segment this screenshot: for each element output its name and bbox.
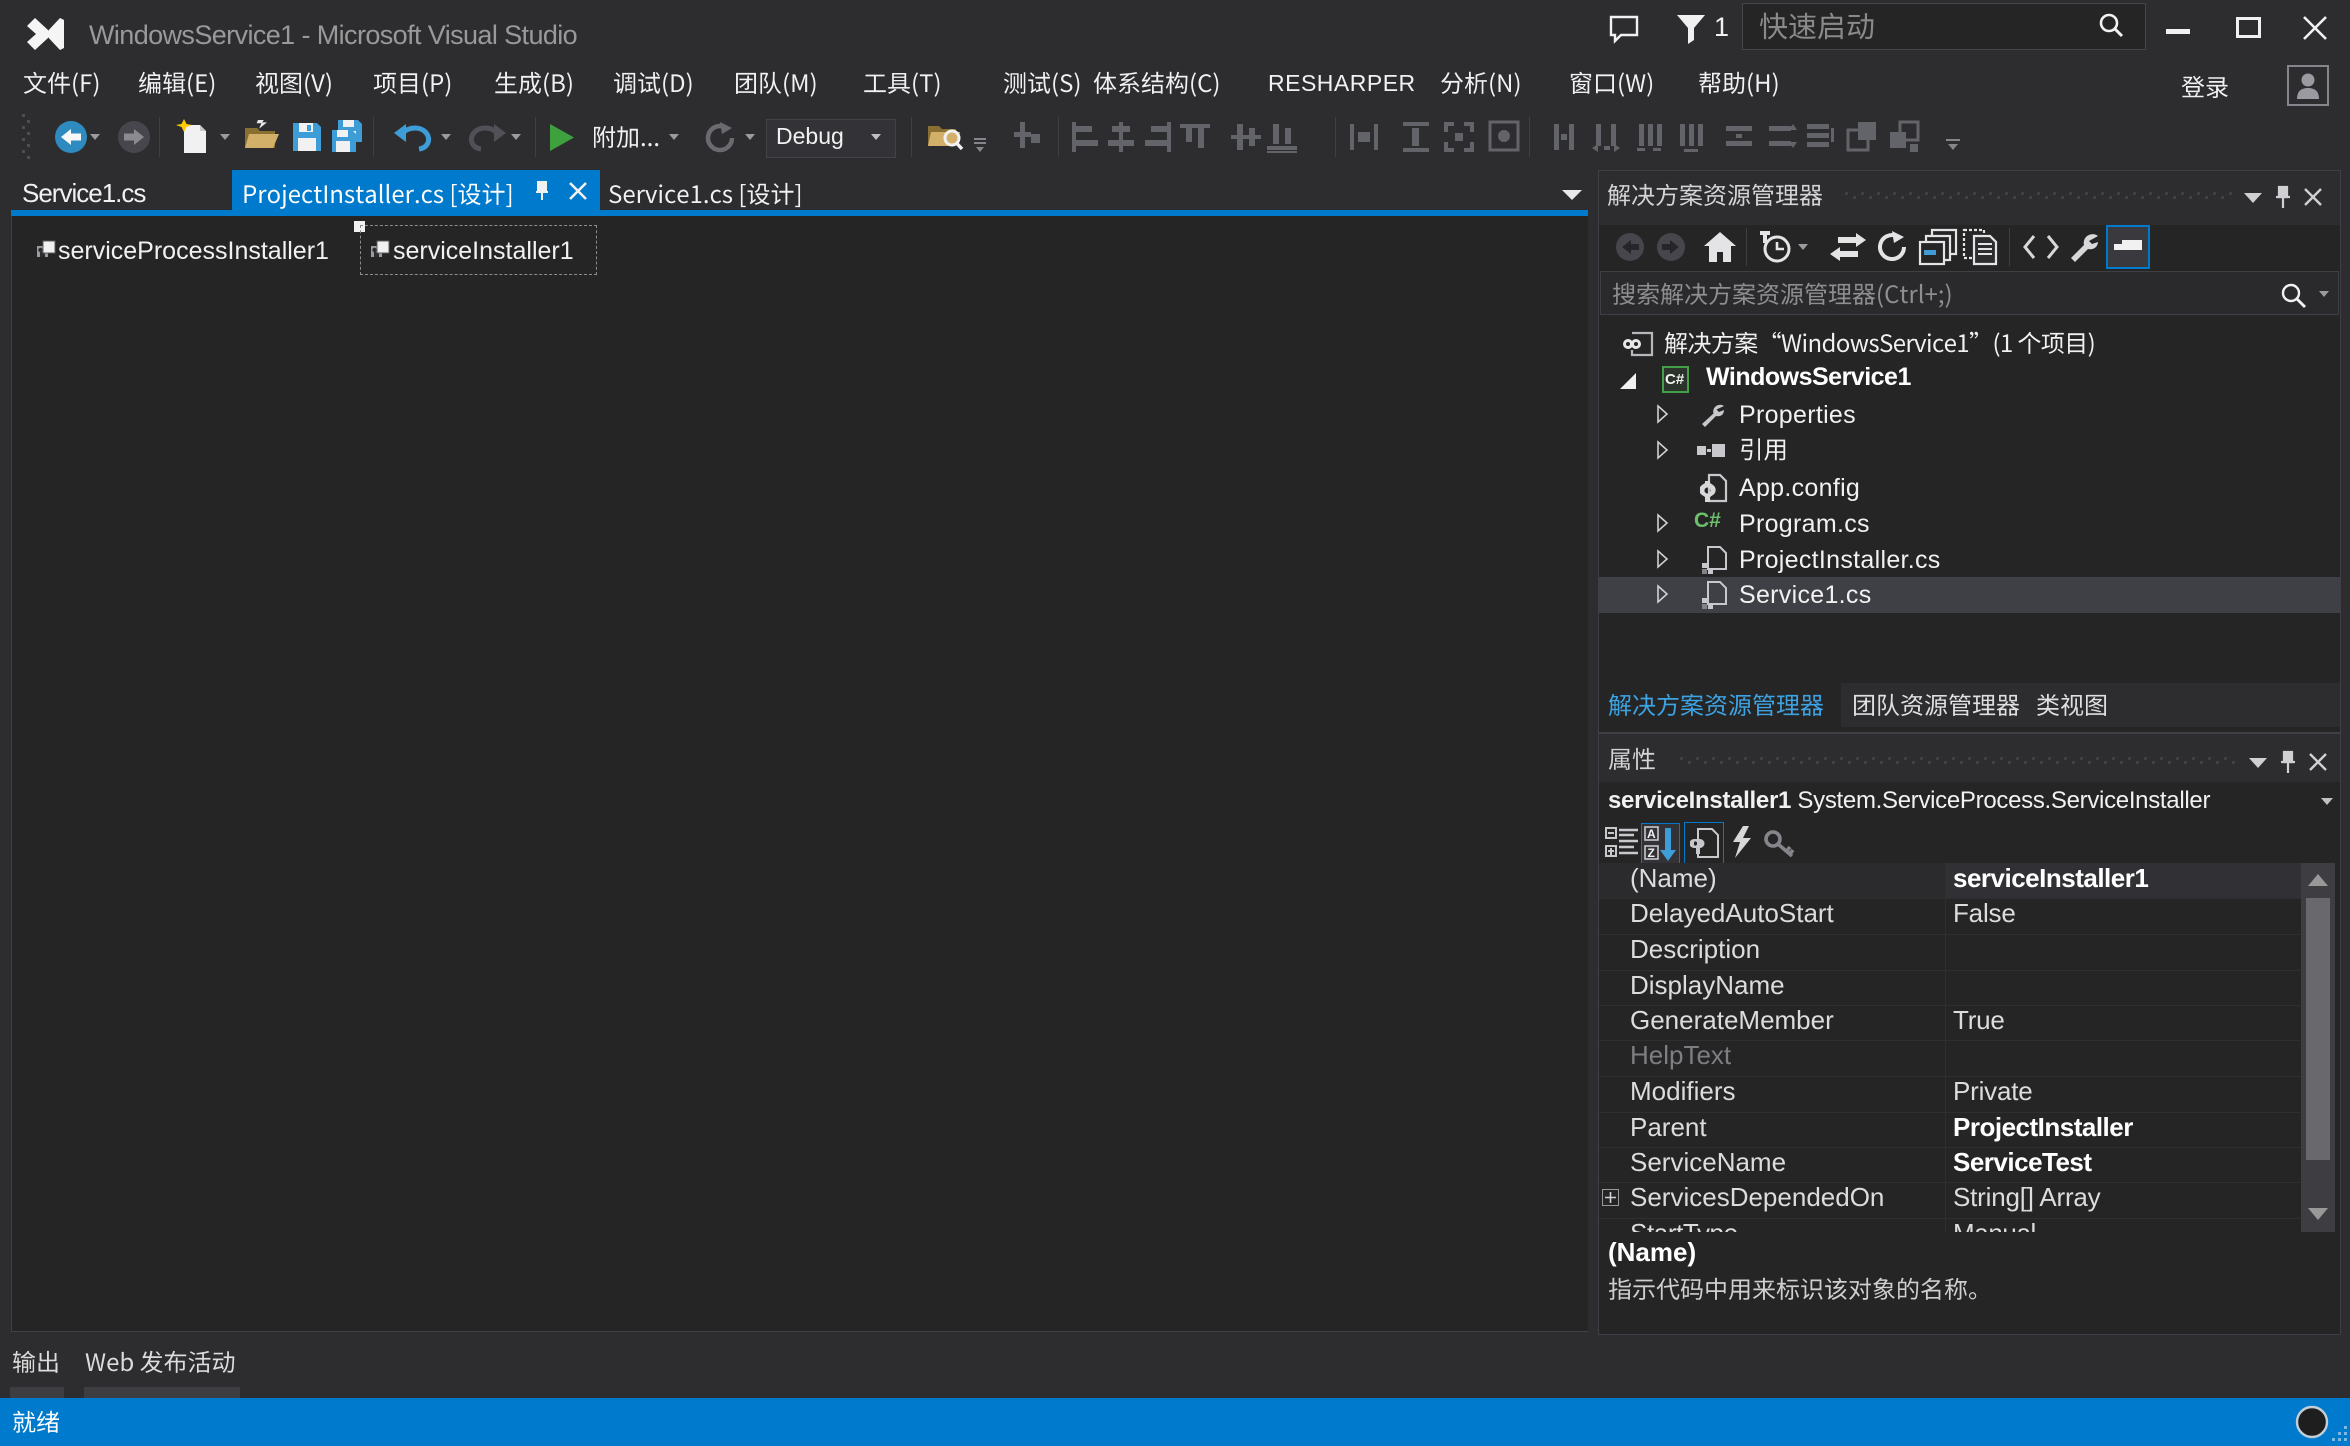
svg-text:Z: Z xyxy=(1648,846,1655,860)
svg-text:A: A xyxy=(1647,827,1656,841)
